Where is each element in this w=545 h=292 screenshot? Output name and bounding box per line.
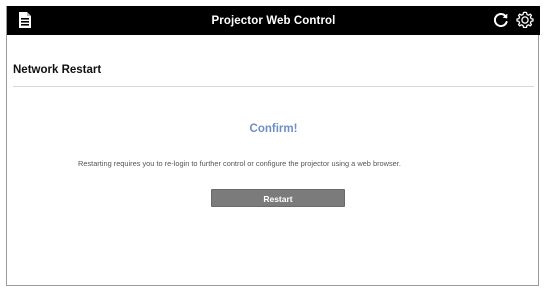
refresh-icon[interactable] [492, 11, 510, 29]
app-window: Projector Web Control Network Restart Co… [6, 6, 540, 286]
confirm-heading: Confirm! [249, 123, 298, 135]
app-title: Projector Web Control [211, 15, 336, 27]
document-menu-icon[interactable] [15, 10, 35, 30]
restart-message: Restarting requires you to re-login to f… [78, 159, 401, 168]
page-title: Network Restart [13, 64, 102, 76]
gear-icon[interactable] [515, 10, 535, 30]
restart-button[interactable]: Restart [211, 189, 345, 207]
section-divider [13, 86, 534, 87]
top-bar: Projector Web Control [7, 6, 540, 35]
